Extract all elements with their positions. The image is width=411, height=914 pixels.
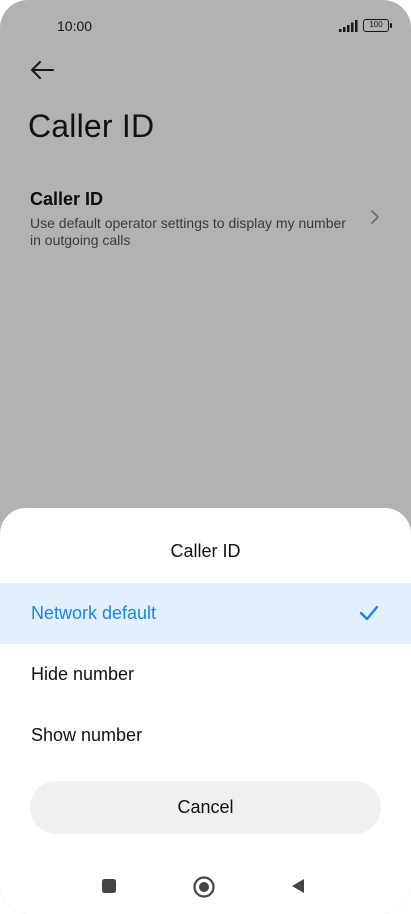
recents-button[interactable] [96, 873, 122, 899]
option-label: Hide number [31, 664, 135, 684]
checkmark-icon [359, 605, 379, 621]
navigation-bar [0, 862, 411, 914]
back-triangle-icon [292, 879, 304, 893]
caller-id-bottom-sheet: Caller ID Network default Hide number Sh… [0, 508, 411, 914]
option-hide-number[interactable]: Hide number [0, 644, 411, 705]
option-label: Show number [31, 725, 143, 745]
option-label: Network default [31, 603, 157, 623]
home-button[interactable] [190, 873, 218, 901]
option-show-number[interactable]: Show number [0, 705, 411, 766]
back-nav-button[interactable] [285, 873, 311, 899]
sheet-title: Caller ID [170, 541, 241, 561]
cancel-button[interactable]: Cancel [30, 781, 381, 834]
recents-square-icon [102, 879, 116, 893]
option-network-default[interactable]: Network default [0, 583, 411, 644]
screen: 10:00 100 Caller ID Caller ID Use defaul… [0, 0, 411, 914]
home-circle-icon [193, 876, 215, 898]
